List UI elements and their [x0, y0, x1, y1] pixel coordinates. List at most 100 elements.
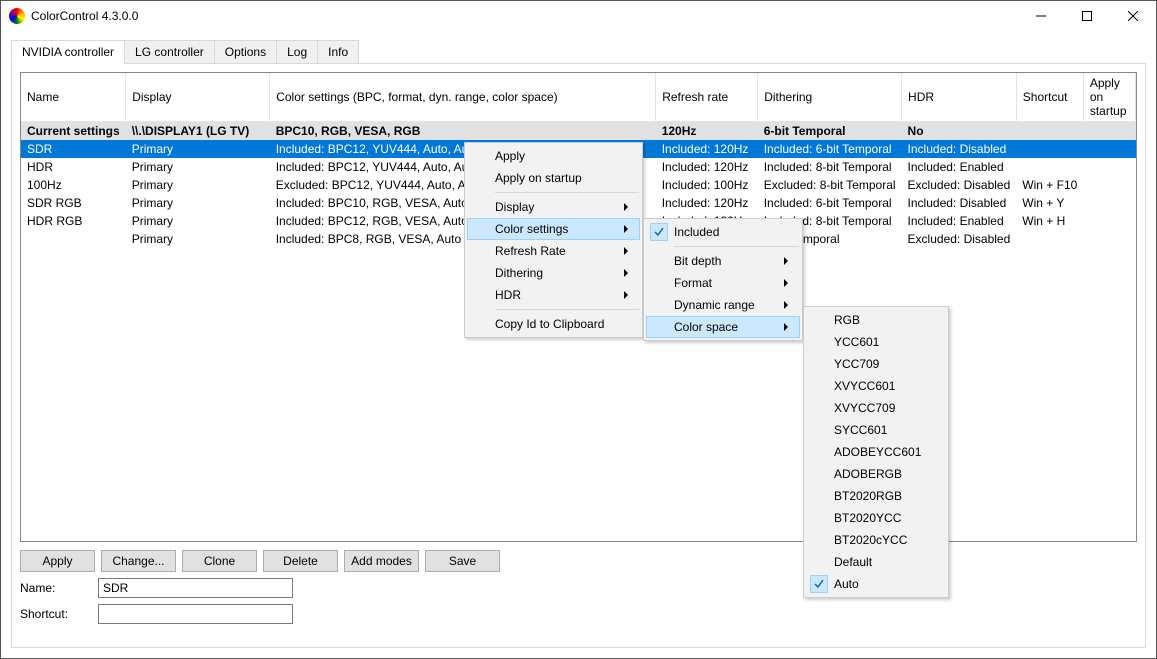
- menu-item[interactable]: Apply: [467, 145, 640, 167]
- tab-strip: NVIDIA controller LG controller Options …: [11, 40, 1146, 64]
- context-menu-main[interactable]: Apply Apply on startup Display Color settin…: [464, 142, 643, 338]
- cell-refresh: 120Hz: [656, 122, 758, 141]
- menu-item[interactable]: BT2020RGB: [806, 485, 946, 507]
- cell-dither: Included: 6-bit Temporal: [758, 194, 902, 212]
- menu-item-label: Apply on startup: [495, 171, 582, 185]
- menu-item[interactable]: Dynamic range: [646, 294, 800, 316]
- menu-item-label: Dynamic range: [674, 298, 755, 312]
- menu-item-label: ADOBERGB: [834, 467, 902, 481]
- cell-color: BPC10, RGB, VESA, RGB: [270, 122, 656, 141]
- addmodes-button[interactable]: Add modes: [344, 550, 419, 572]
- cell-display: Primary: [126, 158, 270, 176]
- tab-options[interactable]: Options: [214, 40, 277, 64]
- menu-item-label: Format: [674, 276, 712, 290]
- tab-lg[interactable]: LG controller: [124, 40, 215, 64]
- col-color-settings[interactable]: Color settings (BPC, format, dyn. range,…: [270, 73, 656, 122]
- context-menu-color-space[interactable]: RGB YCC601 YCC709 XVYCC601XVYCC709 SYCC601 AD…: [803, 306, 949, 598]
- titlebar: ColorControl 4.3.0.0: [1, 1, 1156, 31]
- context-menu-color-settings[interactable]: Included Bit depth Format Dynamic range Colo…: [643, 218, 803, 341]
- cell-hdr: Excluded: Disabled: [902, 230, 1017, 248]
- cell-name: SDR RGB: [21, 194, 126, 212]
- menu-item-label: Color settings: [495, 222, 568, 236]
- menu-item[interactable]: Display: [467, 196, 640, 218]
- cell-shortcut: [1016, 158, 1083, 176]
- menu-item[interactable]: ADOBERGB: [806, 463, 946, 485]
- menu-item[interactable]: Color space: [646, 316, 800, 338]
- menu-item[interactable]: BT2020YCC: [806, 507, 946, 529]
- menu-item-label: BT2020cYCC: [834, 533, 907, 547]
- col-hdr[interactable]: HDR: [902, 73, 1017, 122]
- menu-item-label: YCC601: [834, 335, 879, 349]
- menu-item[interactable]: RGB: [806, 309, 946, 331]
- menu-item[interactable]: YCC601: [806, 331, 946, 353]
- tab-info[interactable]: Info: [317, 40, 359, 64]
- name-input[interactable]: [98, 578, 293, 598]
- clone-button[interactable]: Clone: [182, 550, 257, 572]
- menu-item[interactable]: YCC709: [806, 353, 946, 375]
- cell-apply: [1083, 194, 1135, 212]
- cell-shortcut: Win + F10: [1016, 176, 1083, 194]
- menu-item-label: Color space: [674, 320, 738, 334]
- delete-button[interactable]: Delete: [263, 550, 338, 572]
- menu-item[interactable]: XVYCC601: [806, 375, 946, 397]
- col-refresh[interactable]: Refresh rate: [656, 73, 758, 122]
- app-icon: [9, 8, 25, 24]
- cell-shortcut: Win + Y: [1016, 194, 1083, 212]
- menu-item-label: Dithering: [495, 266, 543, 280]
- menu-item[interactable]: Included: [646, 221, 800, 243]
- menu-item-label: Copy Id to Clipboard: [495, 317, 604, 331]
- cell-dither: 6-bit Temporal: [758, 122, 902, 141]
- menu-item-label: ADOBEYCC601: [834, 445, 921, 459]
- cell-dither: Included: 6-bit Temporal: [758, 140, 902, 158]
- menu-item[interactable]: BT2020cYCC: [806, 529, 946, 551]
- save-button[interactable]: Save: [425, 550, 500, 572]
- menu-item[interactable]: HDR: [467, 284, 640, 306]
- menu-item-label: SYCC601: [834, 423, 887, 437]
- cell-hdr: Included: Enabled: [902, 158, 1017, 176]
- menu-item[interactable]: Bit depth: [646, 250, 800, 272]
- cell-dither: Excluded: 8-bit Temporal: [758, 176, 902, 194]
- cell-hdr: No: [902, 122, 1017, 141]
- menu-item[interactable]: SYCC601: [806, 419, 946, 441]
- menu-item[interactable]: Color settings: [467, 218, 640, 240]
- check-icon: [650, 223, 668, 241]
- separator: [674, 246, 799, 247]
- menu-item[interactable]: Refresh Rate: [467, 240, 640, 262]
- menu-item-label: Apply: [495, 149, 525, 163]
- apply-button[interactable]: Apply: [20, 550, 95, 572]
- col-apply-startup[interactable]: Apply on startup: [1083, 73, 1135, 122]
- header-row: Name Display Color settings (BPC, format…: [21, 73, 1136, 122]
- col-shortcut[interactable]: Shortcut: [1016, 73, 1083, 122]
- menu-item[interactable]: Copy Id to Clipboard: [467, 313, 640, 335]
- client-area: NVIDIA controller LG controller Options …: [1, 31, 1156, 658]
- menu-item[interactable]: XVYCC709: [806, 397, 946, 419]
- menu-item-label: Refresh Rate: [495, 244, 566, 258]
- tab-panel: Name Display Color settings (BPC, format…: [11, 63, 1146, 648]
- col-name[interactable]: Name: [21, 73, 126, 122]
- minimize-button[interactable]: [1018, 1, 1064, 31]
- menu-item[interactable]: Auto: [806, 573, 946, 595]
- col-dithering[interactable]: Dithering: [758, 73, 902, 122]
- cell-shortcut: Win + H: [1016, 212, 1083, 230]
- close-button[interactable]: [1110, 1, 1156, 31]
- menu-item[interactable]: ADOBEYCC601: [806, 441, 946, 463]
- menu-item[interactable]: Apply on startup: [467, 167, 640, 189]
- tab-nvidia[interactable]: NVIDIA controller: [11, 40, 125, 64]
- menu-item[interactable]: Dithering: [467, 262, 640, 284]
- name-label: Name:: [20, 581, 90, 595]
- menu-item-label: YCC709: [834, 357, 879, 371]
- menu-item-label: Auto: [834, 577, 859, 591]
- menu-item-label: BT2020YCC: [834, 511, 901, 525]
- maximize-button[interactable]: [1064, 1, 1110, 31]
- cell-display: Primary: [126, 176, 270, 194]
- shortcut-input[interactable]: [98, 604, 293, 624]
- menu-item[interactable]: Format: [646, 272, 800, 294]
- change-button[interactable]: Change...: [101, 550, 176, 572]
- cell-display: Primary: [126, 140, 270, 158]
- cell-hdr: Included: Disabled: [902, 140, 1017, 158]
- col-display[interactable]: Display: [126, 73, 270, 122]
- cell-shortcut: [1016, 140, 1083, 158]
- tab-log[interactable]: Log: [276, 40, 318, 64]
- menu-item[interactable]: Default: [806, 551, 946, 573]
- current-settings-row[interactable]: Current settings\\.\DISPLAY1 (LG TV)BPC1…: [21, 122, 1136, 141]
